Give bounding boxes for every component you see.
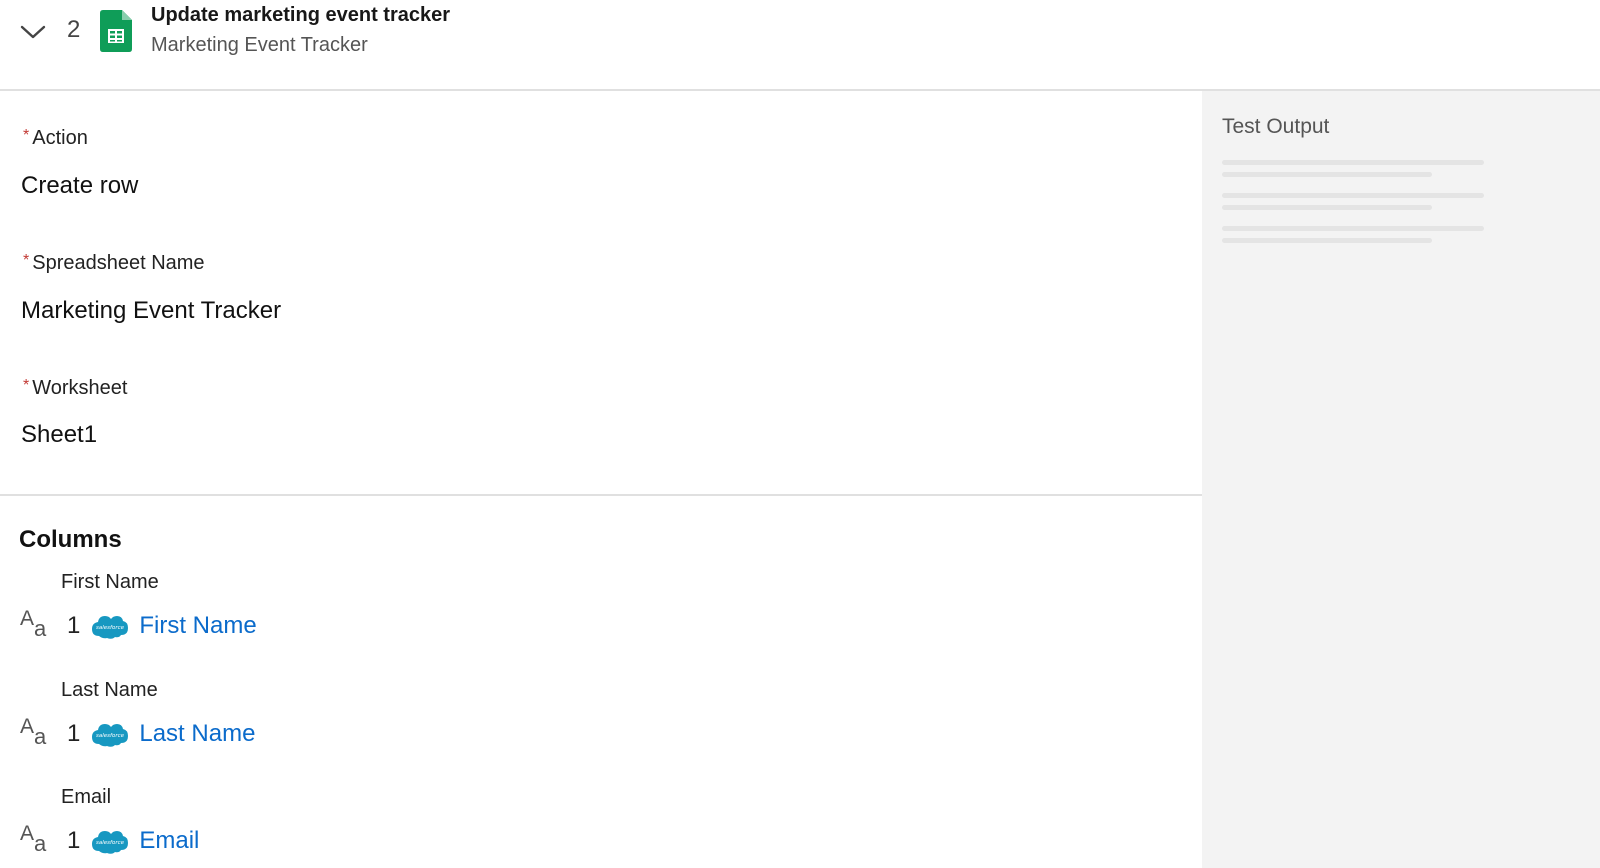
text-type-icon: Aa [20,715,47,749]
loading-placeholder-line [1222,238,1432,243]
worksheet-label-text: Worksheet [32,377,128,399]
column-mapping-first-name[interactable]: Aa 1 salesforce First Name [20,607,257,643]
google-sheets-icon [100,10,132,52]
worksheet-label: * Worksheet [23,377,127,400]
action-value[interactable]: Create row [21,172,138,200]
chevron-down-icon[interactable] [20,22,46,42]
salesforce-icon: salesforce [92,724,129,747]
required-marker: * [23,127,30,144]
column-label-first-name: First Name [61,571,159,593]
spreadsheet-name-label-text: Spreadsheet Name [32,252,205,274]
text-type-icon: Aa [20,822,47,856]
column-label-email: Email [61,786,112,808]
mapped-field-link[interactable]: Last Name [139,720,255,748]
step-number: 2 [67,16,81,43]
svg-text:salesforce: salesforce [96,733,125,739]
salesforce-icon: salesforce [92,831,129,854]
spreadsheet-name-value[interactable]: Marketing Event Tracker [21,297,281,325]
step-reference-number: 1 [67,612,81,639]
loading-placeholder-line [1222,160,1484,165]
column-label-last-name: Last Name [61,679,158,701]
test-output-title: Test Output [1222,115,1330,138]
required-marker: * [23,377,30,394]
step-subtitle: Marketing Event Tracker [151,34,368,56]
step-header: 2 Update marketing event tracker Marketi… [0,0,1600,91]
loading-placeholder-line [1222,172,1432,177]
spreadsheet-name-label: * Spreadsheet Name [23,252,205,275]
mapped-field-link[interactable]: First Name [139,612,256,640]
svg-text:salesforce: salesforce [96,840,125,846]
worksheet-value[interactable]: Sheet1 [21,421,97,449]
required-marker: * [23,252,30,269]
action-label-text: Action [32,127,88,149]
mapped-field-link[interactable]: Email [139,827,199,855]
section-divider [0,494,1202,496]
text-type-icon: Aa [20,607,47,641]
step-config-form: * Action Create row * Spreadsheet Name Mar… [0,91,1202,868]
loading-placeholder-line [1222,226,1484,231]
columns-heading: Columns [19,526,122,553]
step-reference-number: 1 [67,827,81,854]
test-output-panel: Test Output [1202,91,1600,868]
loading-placeholder-line [1222,193,1484,198]
step-reference-number: 1 [67,720,81,747]
step-title: Update marketing event tracker [151,4,451,26]
column-mapping-email[interactable]: Aa 1 salesforce Email [20,822,199,858]
column-mapping-last-name[interactable]: Aa 1 salesforce Last Name [20,715,255,751]
svg-text:salesforce: salesforce [96,625,125,631]
action-label: * Action [23,127,88,150]
loading-placeholder-line [1222,205,1432,210]
salesforce-icon: salesforce [92,616,129,639]
